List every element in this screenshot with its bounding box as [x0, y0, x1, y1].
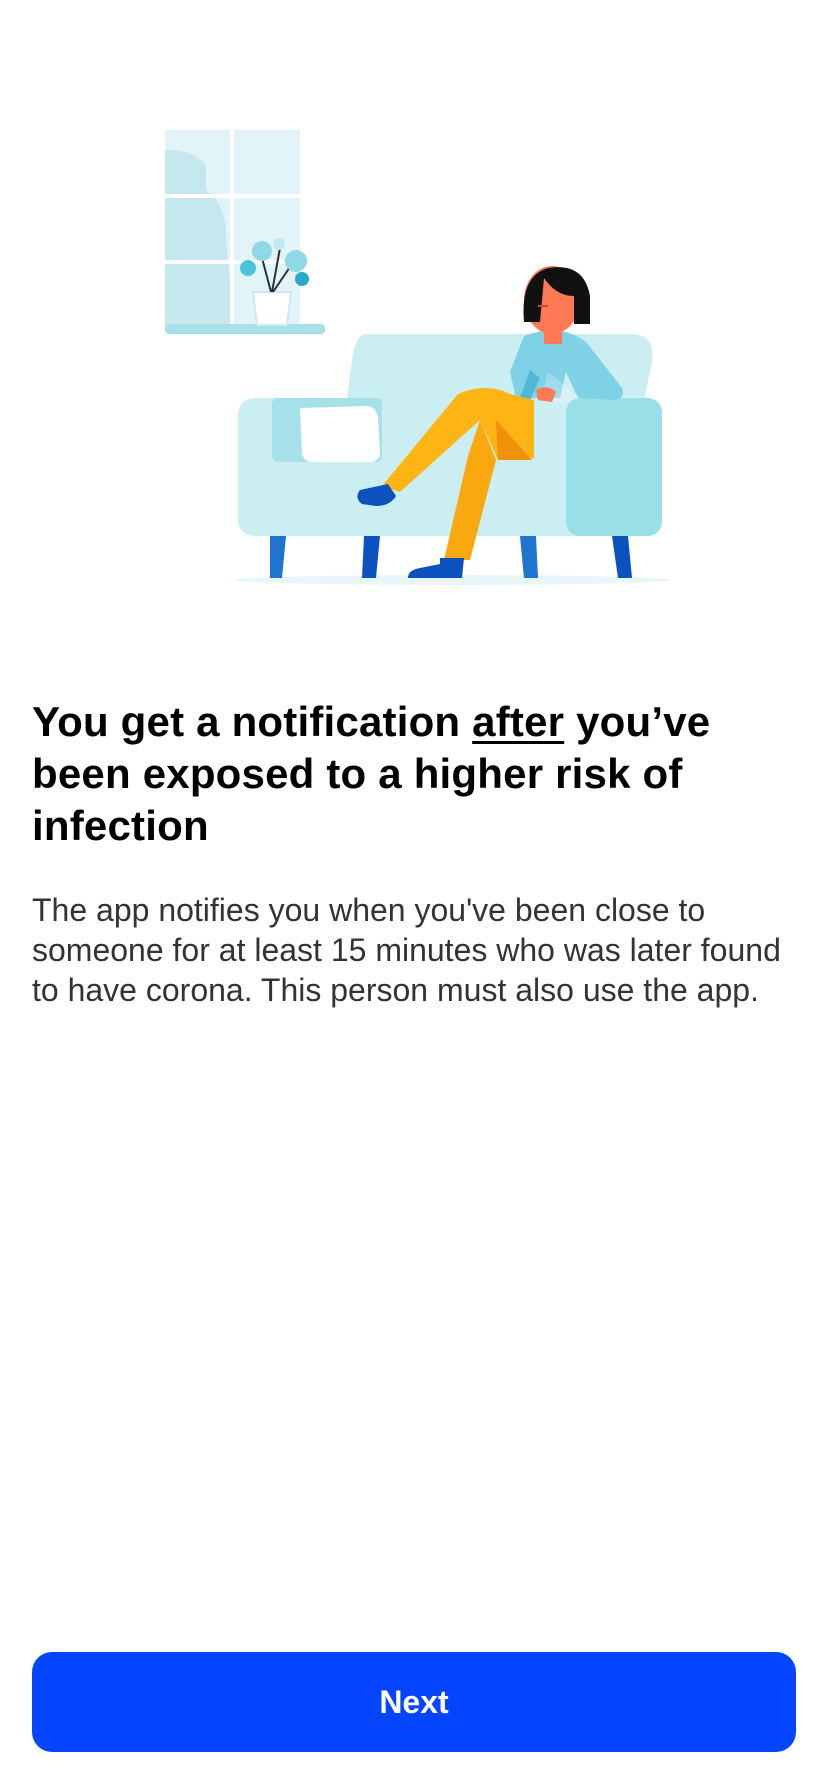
onboarding-title: You get a notification after you’ve been…: [32, 696, 796, 852]
next-button[interactable]: Next: [32, 1652, 796, 1752]
title-text-start: You get a notification: [32, 698, 473, 745]
window-illustration: [165, 130, 325, 334]
title-emphasis: after: [472, 698, 565, 745]
onboarding-illustration: [165, 130, 671, 585]
onboarding-content: You get a notification after you’ve been…: [32, 696, 796, 1010]
onboarding-description: The app notifies you when you've been cl…: [32, 892, 781, 1008]
